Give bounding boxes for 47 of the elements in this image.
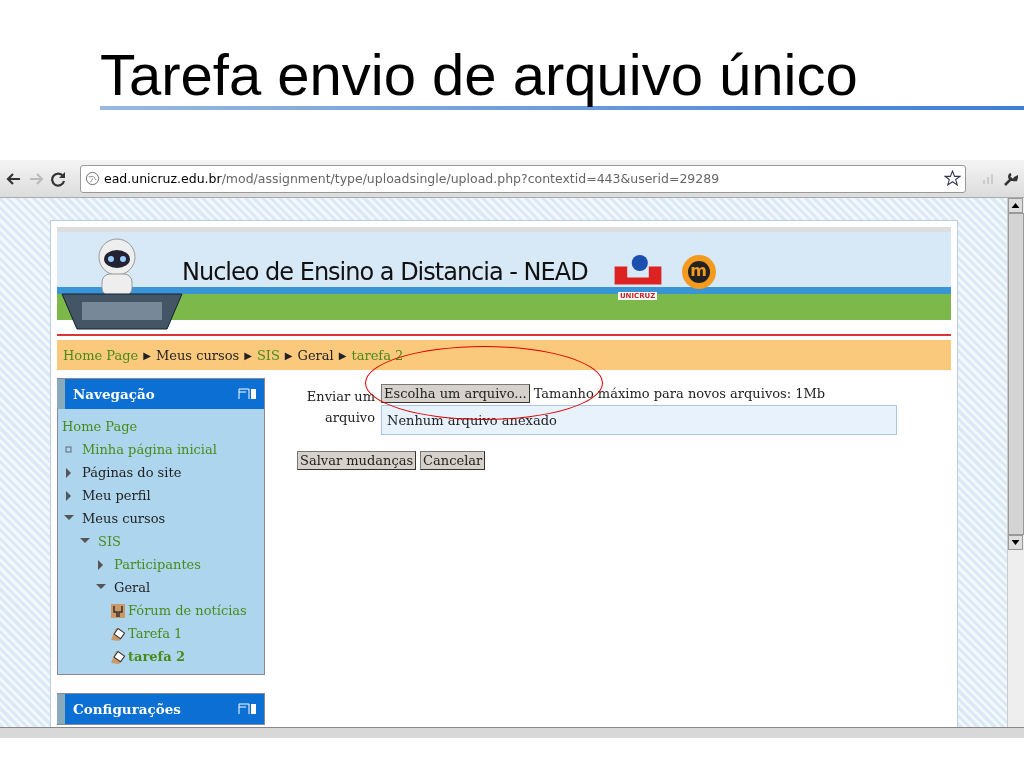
save-button[interactable]: Salvar mudanças: [297, 451, 417, 470]
nav-link[interactable]: Tarefa 1: [128, 626, 183, 641]
address-bar[interactable]: ead.unicruz.edu.br/mod/assignment/type/uploadsingle/upload.php?contextid=443&userid=29289: [80, 164, 966, 193]
nav-link[interactable]: Home Page: [62, 419, 138, 434]
breadcrumb-link[interactable]: SIS: [256, 347, 280, 363]
url-path: /mod/assignment/type/uploadsingle/upload.php?contextid=443&userid=29289: [221, 171, 721, 186]
dock-icon[interactable]: [238, 388, 258, 400]
separator-icon: ▶: [284, 349, 293, 361]
globe-icon: [85, 171, 100, 186]
nav-link[interactable]: Participantes: [114, 557, 201, 572]
scrollbar[interactable]: [1007, 198, 1024, 727]
block-title: Configurações: [73, 701, 181, 717]
separator-icon: ▶: [244, 349, 252, 361]
nav-item[interactable]: Meu perfil: [82, 488, 151, 503]
nav-link[interactable]: Fórum de notícias: [128, 603, 247, 618]
block-title: Navegação: [73, 386, 155, 402]
banner-title: Nucleo de Ensino a Distancia - NEAD: [182, 258, 588, 286]
nav-link[interactable]: Minha página inicial: [82, 442, 217, 457]
dock-icon[interactable]: [238, 703, 258, 715]
breadcrumb-item: Geral: [297, 347, 334, 363]
separator-icon: ▶: [338, 349, 347, 361]
cancel-button[interactable]: Cancelar: [420, 451, 486, 470]
nav-link[interactable]: tarefa 2: [128, 649, 186, 664]
wrench-icon[interactable]: [1002, 170, 1018, 187]
nav-link[interactable]: SIS: [98, 534, 121, 549]
collapsed-triangle-icon[interactable]: [64, 467, 74, 478]
reload-icon[interactable]: [50, 170, 66, 187]
breadcrumb-link[interactable]: Home Page: [63, 347, 139, 363]
nav-item[interactable]: Meus cursos: [82, 511, 166, 526]
forum-icon: [110, 602, 126, 619]
field-label: Enviar um arquivo: [305, 388, 375, 427]
star-icon[interactable]: [944, 170, 961, 187]
breadcrumb-item: Meus cursos: [155, 347, 240, 363]
separator-icon: ▶: [143, 349, 151, 361]
slide-title: Tarefa envio de arquivo único: [99, 41, 859, 109]
max-size-note: Tamanho máximo para novos arquivos: 1Mb: [533, 386, 826, 401]
back-arrow-icon[interactable]: [6, 170, 22, 187]
nav-item[interactable]: Páginas do site: [82, 465, 182, 480]
url-host: ead.unicruz.edu.br: [104, 171, 222, 186]
collapsed-triangle-icon[interactable]: [64, 490, 74, 501]
choose-file-button[interactable]: Escolha um arquivo...: [381, 384, 530, 403]
moodle-logo: m: [681, 255, 716, 289]
scroll-down-icon[interactable]: [1008, 535, 1023, 550]
scroll-up-icon[interactable]: [1008, 198, 1023, 213]
square-bullet-icon: [64, 444, 74, 455]
collapsed-triangle-icon[interactable]: [96, 559, 106, 570]
nav-item[interactable]: Geral: [114, 580, 151, 595]
